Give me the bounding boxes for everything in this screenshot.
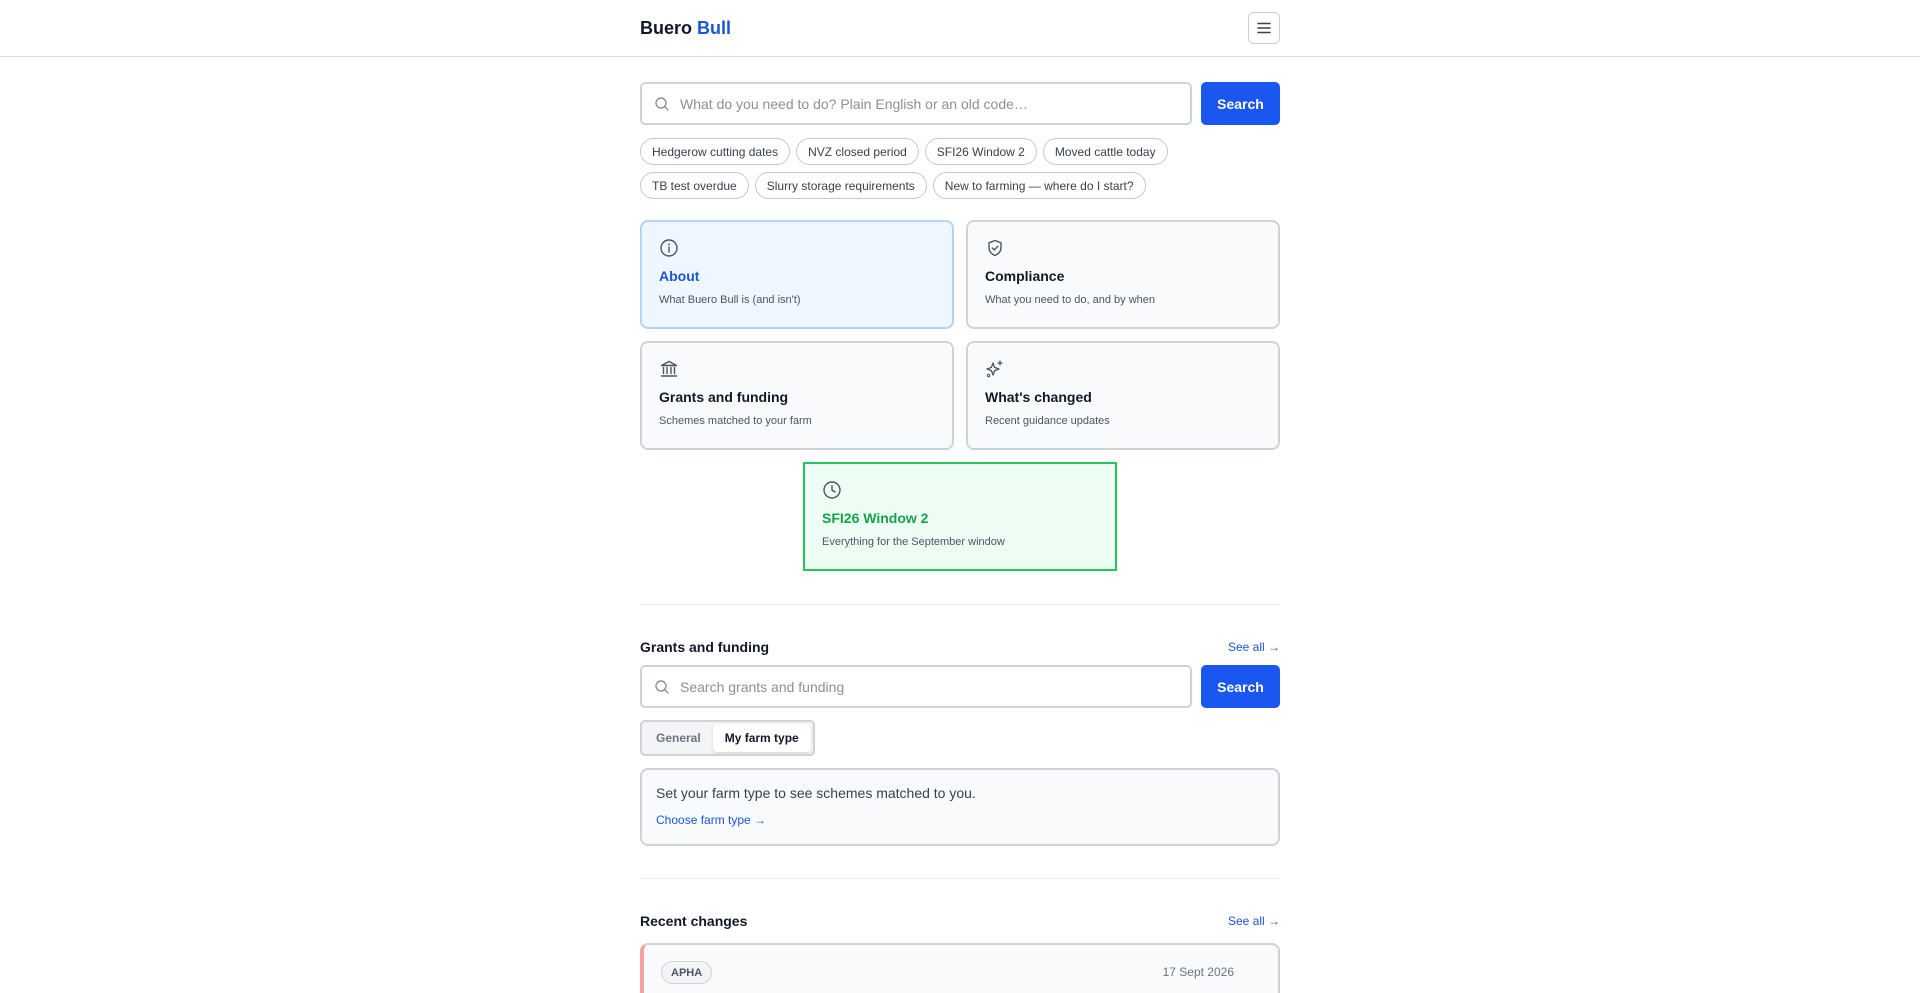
shield-check-icon — [988, 239, 1002, 257]
chip-moved-cattle-today[interactable]: Moved cattle today — [1042, 138, 1168, 165]
chip-tb-test-overdue[interactable]: TB test overdue — [640, 172, 749, 199]
card-grants-title: Grants and funding — [659, 389, 789, 405]
card-about-title: About — [659, 268, 700, 284]
grants-section-title: Grants and funding — [640, 639, 770, 655]
card-about[interactable]: About What Buero Bull is (and isn't) — [640, 220, 954, 329]
grants-search-button[interactable]: Search — [1201, 665, 1280, 708]
choose-farm-type-link[interactable]: Choose farm type → — [656, 813, 1264, 827]
app-header: Buero Bull — [0, 0, 1920, 57]
search-icon — [655, 96, 669, 111]
recent-section-title: Recent changes — [640, 913, 748, 929]
card-sfi-desc: Everything for the September window — [822, 536, 1005, 548]
header-inner: Buero Bull — [640, 0, 1280, 56]
recent-see-all-link[interactable]: See all → — [1228, 914, 1280, 928]
tab-my-farm-type[interactable]: My farm type — [712, 724, 811, 752]
card-compliance-title: Compliance — [985, 268, 1065, 284]
farm-type-panel: Set your farm type to see schemes matche… — [640, 768, 1280, 846]
main-search-button[interactable]: Search — [1201, 82, 1280, 125]
chip-hedgerow-cutting-dates[interactable]: Hedgerow cutting dates — [640, 138, 791, 165]
card-compliance[interactable]: Compliance What you need to do, and by w… — [966, 220, 1280, 329]
grants-see-all-link[interactable]: See all → — [1228, 640, 1280, 654]
grants-section: Grants and funding See all → Search Gene… — [640, 639, 1280, 846]
card-whats-changed-title: What's changed — [985, 389, 1092, 405]
card-about-desc: What Buero Bull is (and isn't) — [659, 294, 801, 306]
card-grants[interactable]: Grants and funding Schemes matched to yo… — [640, 341, 954, 450]
change-item[interactable]: APHA 17 Sept 2026 — [640, 943, 1280, 993]
recent-changes-section: Recent changes See all → APHA 17 Sept 20… — [640, 913, 1280, 993]
change-date: 17 Sept 2026 — [1162, 965, 1234, 979]
section-divider — [640, 604, 1280, 605]
brand-accent: Bull — [697, 17, 732, 38]
card-sfi-title: SFI26 Window 2 — [822, 510, 929, 526]
source-badge: APHA — [661, 961, 713, 984]
section-divider — [640, 878, 1280, 879]
bank-icon — [660, 360, 678, 377]
recent-section-header: Recent changes See all → — [640, 913, 1280, 929]
grants-section-header: Grants and funding See all → — [640, 639, 1280, 655]
farm-type-message: Set your farm type to see schemes matche… — [656, 785, 976, 801]
main-content: Search Hedgerow cutting dates NVZ closed… — [640, 82, 1280, 993]
grants-search-row: Search — [640, 665, 1280, 708]
card-compliance-desc: What you need to do, and by when — [985, 294, 1156, 306]
main-search-input[interactable] — [680, 95, 1190, 112]
card-grants-desc: Schemes matched to your farm — [659, 415, 812, 427]
brand-primary: Buero — [640, 17, 693, 38]
clock-icon — [823, 481, 841, 499]
hamburger-menu-icon — [1257, 22, 1271, 34]
grants-tabs: General My farm type — [640, 720, 815, 756]
chip-sfi26-window-2[interactable]: SFI26 Window 2 — [924, 138, 1037, 165]
grants-search-input[interactable] — [680, 678, 1190, 695]
main-search-row: Search — [640, 82, 1280, 125]
card-whats-changed-desc: Recent guidance updates — [985, 415, 1110, 427]
chip-slurry-storage[interactable]: Slurry storage requirements — [754, 172, 927, 199]
tab-general[interactable]: General — [644, 724, 713, 752]
chip-new-to-farming[interactable]: New to farming — where do I start? — [932, 172, 1146, 199]
main-search-box[interactable] — [640, 82, 1192, 125]
chip-nvz-closed-period[interactable]: NVZ closed period — [796, 138, 919, 165]
card-whats-changed[interactable]: What's changed Recent guidance updates — [966, 341, 1280, 450]
grants-search-box[interactable] — [640, 665, 1192, 708]
info-icon — [660, 239, 678, 257]
sparkles-icon — [986, 360, 1003, 378]
quick-chips: Hedgerow cutting dates NVZ closed period… — [640, 138, 1240, 199]
search-icon — [655, 679, 669, 694]
card-sfi26-window-2[interactable]: SFI26 Window 2 Everything for the Septem… — [803, 462, 1117, 571]
menu-button[interactable] — [1248, 12, 1280, 44]
brand-logo[interactable]: Buero Bull — [640, 18, 731, 39]
nav-cards: About What Buero Bull is (and isn't) Com… — [640, 220, 1280, 571]
